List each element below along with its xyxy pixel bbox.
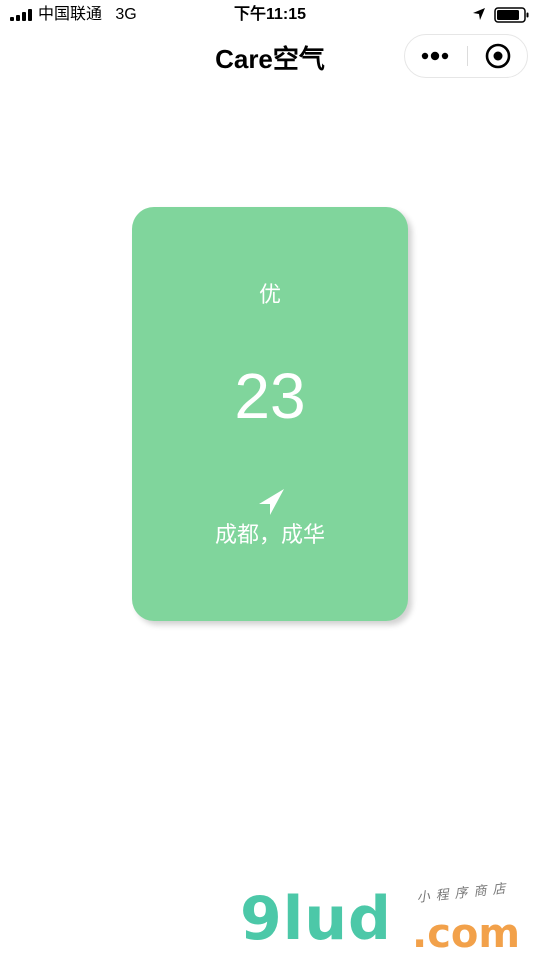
watermark-tagline: 小程序商店: [416, 880, 513, 905]
watermark-brand: 9lud: [240, 884, 392, 954]
location-arrow-icon: [473, 8, 485, 20]
watermark-logo: 9lud 小程序商店 .com: [240, 880, 530, 957]
navigation-arrow-icon: [259, 489, 284, 515]
target-close-icon: [485, 43, 511, 69]
aqi-value: 23: [234, 360, 306, 432]
watermark-domain: .com: [412, 911, 521, 957]
more-button[interactable]: [405, 35, 467, 77]
status-bar: 中国联通 3G 下午11:15: [0, 0, 540, 30]
location-text: 成都，成华: [214, 522, 325, 547]
aqi-card[interactable]: 优 23 成都，成华: [132, 207, 408, 621]
aqi-level: 优: [258, 282, 281, 307]
status-time: 下午11:15: [233, 6, 307, 23]
close-button[interactable]: [468, 35, 528, 77]
navigation-bar: Care空气: [0, 30, 540, 88]
battery-icon: [494, 7, 529, 23]
mini-program-capsule: [404, 34, 528, 78]
more-dots-icon: [421, 51, 449, 61]
